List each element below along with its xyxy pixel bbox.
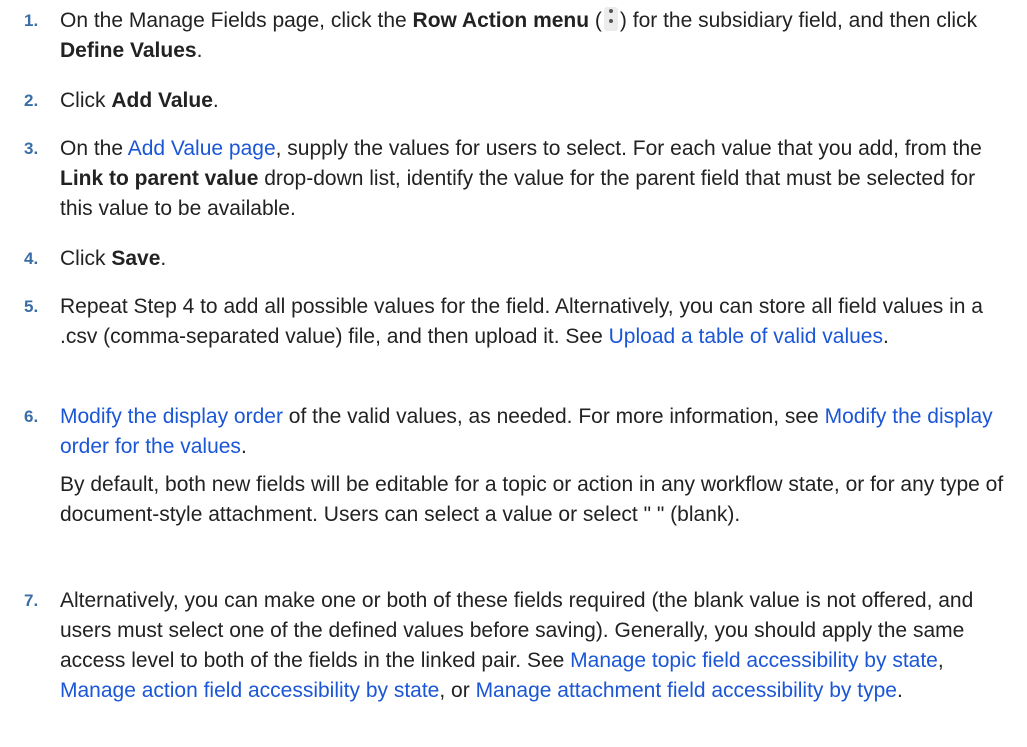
step-number: 7. <box>24 591 39 610</box>
text: . <box>212 89 219 112</box>
text: . <box>196 39 203 62</box>
step-number: 6. <box>24 407 39 426</box>
text: , supply the values for users to select.… <box>275 137 982 160</box>
text: ) for the subsidiary field, and then cli… <box>619 9 978 32</box>
step-number: 2. <box>24 91 39 110</box>
text: On the <box>60 137 128 160</box>
step-number: 1. <box>24 11 39 30</box>
step-text: Click Add Value. <box>60 86 1010 116</box>
step-text: On the Manage Fields page, click the Row… <box>60 6 1010 66</box>
text: Click <box>60 247 112 270</box>
link-to-parent-value-label: Link to parent value <box>60 167 259 190</box>
text: . <box>160 247 167 270</box>
text: Click <box>60 89 112 112</box>
add-value-label: Add Value <box>111 89 213 112</box>
step-number: 4. <box>24 249 39 268</box>
text: . <box>240 435 247 458</box>
text: . <box>896 679 903 702</box>
step-text: Repeat Step 4 to add all possible values… <box>60 292 1010 352</box>
modify-display-order-link[interactable]: Modify the display order <box>60 405 283 428</box>
step-text: Alternatively, you can make one or both … <box>60 586 1010 706</box>
procedure-steps-document: 1. On the Manage Fields page, click the … <box>0 0 1027 747</box>
save-label: Save <box>111 247 161 270</box>
step-note: By default, both new fields will be edit… <box>60 473 1004 526</box>
text: , <box>937 649 944 672</box>
step-number: 3. <box>24 139 39 158</box>
define-values-label: Define Values <box>60 39 197 62</box>
topic-field-accessibility-link[interactable]: Manage topic field accessibility by stat… <box>570 649 938 672</box>
upload-valid-values-link[interactable]: Upload a table of valid values <box>609 325 883 348</box>
text: ( <box>589 9 602 32</box>
add-value-page-link[interactable]: Add Value page <box>128 137 276 160</box>
kebab-menu-icon <box>603 7 618 31</box>
attachment-field-accessibility-link[interactable]: Manage attachment field accessibility by… <box>476 679 897 702</box>
step-text: On the Add Value page, supply the values… <box>60 134 1010 224</box>
text: . <box>882 325 889 348</box>
step-text: Modify the display order of the valid va… <box>60 402 1010 530</box>
action-field-accessibility-link[interactable]: Manage action field accessibility by sta… <box>60 679 439 702</box>
step-number: 5. <box>24 297 39 316</box>
text: , or <box>439 679 476 702</box>
text: of the valid values, as needed. For more… <box>282 405 825 428</box>
row-action-menu-label: Row Action menu <box>412 9 590 32</box>
text: On the Manage Fields page, click the <box>60 9 413 32</box>
step-text: Click Save. <box>60 244 1010 274</box>
